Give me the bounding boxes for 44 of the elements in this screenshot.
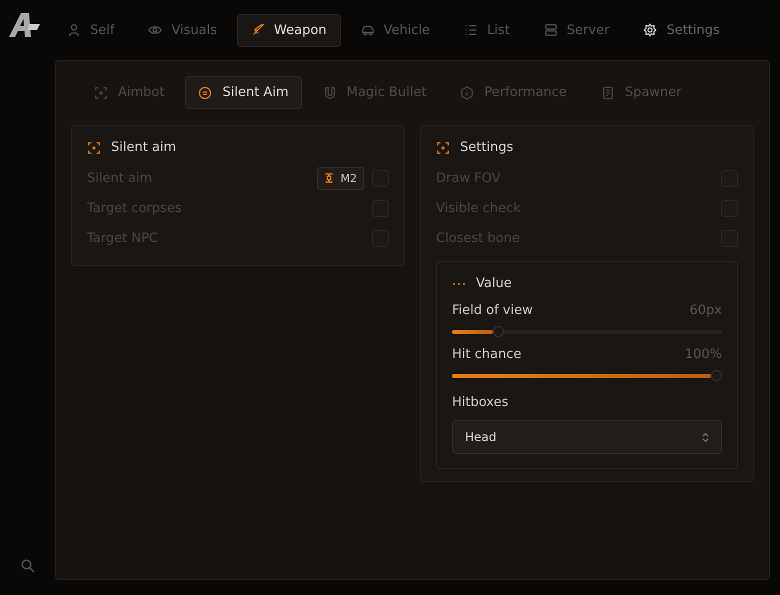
nav-tab[interactable]: Weapon <box>237 14 341 46</box>
logo-icon <box>6 12 40 38</box>
slider[interactable] <box>452 326 722 337</box>
car-icon <box>360 23 375 37</box>
slider-thumb[interactable] <box>711 370 722 381</box>
slider-label: Field of view <box>452 303 533 318</box>
card-title: Value <box>476 276 512 291</box>
slider-label: Hit chance <box>452 347 522 362</box>
card-title: Silent aim <box>111 140 176 155</box>
list-icon <box>464 23 478 37</box>
crosshair-icon <box>87 140 101 154</box>
sub-tab[interactable]: Magic Bullet <box>310 76 440 109</box>
eye-icon <box>148 23 162 37</box>
card-title: Settings <box>460 140 514 155</box>
target-icon <box>94 86 108 100</box>
server-icon <box>544 23 558 37</box>
nav-tab[interactable]: Server <box>530 14 624 46</box>
slider-thumb[interactable] <box>493 326 504 337</box>
hitbox-select[interactable]: Head <box>452 420 722 454</box>
search-icon[interactable] <box>20 559 34 573</box>
sub-tab[interactable]: Spawner <box>588 76 694 109</box>
sub-tab[interactable]: Aimbot <box>81 76 178 109</box>
slider-reading: 100% <box>684 347 722 362</box>
sub-tab[interactable]: Silent Aim <box>185 76 302 109</box>
doc-icon <box>600 86 615 100</box>
person-icon <box>67 23 81 37</box>
sub-tab[interactable]: Performance <box>447 76 580 109</box>
magnet-icon <box>322 86 337 100</box>
nav-tab[interactable]: Visuals <box>134 14 232 46</box>
slider[interactable] <box>452 370 722 381</box>
chevron-icon <box>702 432 709 442</box>
dots-icon <box>452 282 466 286</box>
nav-tab[interactable]: Settings <box>629 14 734 46</box>
sword-icon <box>251 23 266 37</box>
slider-reading: 60px <box>690 303 722 318</box>
hex-icon <box>460 86 474 100</box>
gear-icon <box>643 23 658 37</box>
crosshair-icon <box>436 140 450 154</box>
command-icon <box>324 173 334 183</box>
nav-tab[interactable]: List <box>450 14 524 46</box>
nav-tab[interactable]: Self <box>53 14 128 46</box>
keybind-button[interactable]: M2 <box>316 166 364 190</box>
nav-tab[interactable]: Vehicle <box>346 14 444 46</box>
select-label: Hitboxes <box>452 395 510 410</box>
